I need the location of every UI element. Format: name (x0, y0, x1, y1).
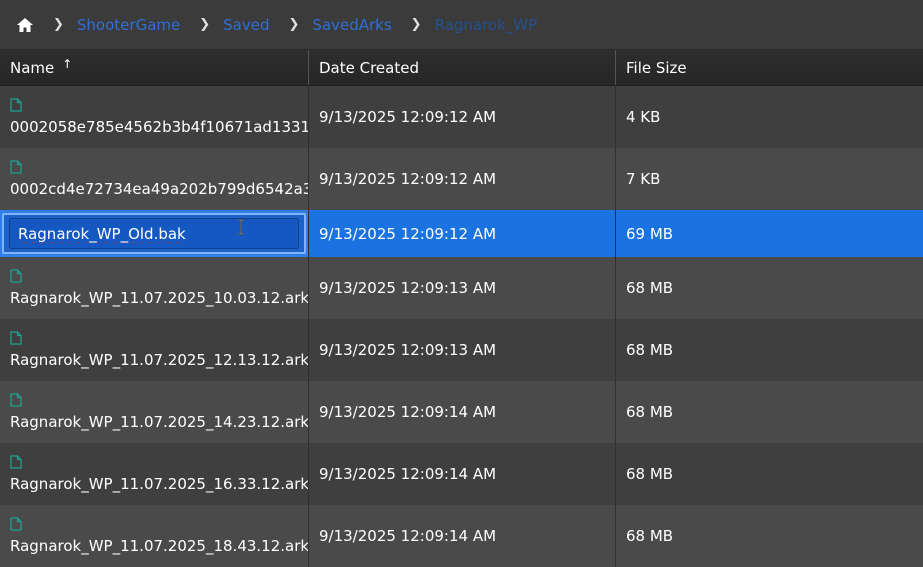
table-row[interactable]: Ragnarok_WP_11.07.2025_12.13.12.ark 9/13… (0, 319, 923, 381)
file-name: Ragnarok_WP_11.07.2025_12.13.12.ark (10, 351, 309, 369)
size-cell: 4 KB (626, 108, 661, 126)
file-name: 0002058e785e4562b3b4f10671ad1331.ark (10, 118, 309, 136)
date-cell: 9/13/2025 12:09:12 AM (309, 148, 616, 210)
file-name: Ragnarok_WP_11.07.2025_16.33.12.ark (10, 475, 309, 493)
table-row[interactable]: 0002058e785e4562b3b4f10671ad1331.ark 9/1… (0, 86, 923, 148)
chevron-right-icon: ❯ (199, 17, 211, 32)
column-header-name-label: Name (10, 58, 55, 77)
name-cell: 0002058e785e4562b3b4f10671ad1331.ark (0, 86, 309, 148)
size-cell: 68 MB (626, 341, 674, 359)
chevron-right-icon: ❯ (410, 17, 422, 32)
table-row[interactable]: Ragnarok_WP_11.07.2025_16.33.12.ark 9/13… (0, 443, 923, 505)
size-cell: 68 MB (626, 403, 674, 421)
file-icon (10, 455, 22, 469)
file-icon (10, 160, 22, 174)
table-row-selected[interactable]: 9/13/2025 12:09:12 AM 69 MB (0, 210, 923, 257)
file-icon (10, 331, 22, 345)
rename-input[interactable] (9, 218, 299, 249)
sort-ascending-icon: ↑ (62, 56, 73, 71)
table-row[interactable]: 0002cd4e72734ea49a202b799d6542a3.ark 9/1… (0, 148, 923, 210)
home-icon[interactable] (16, 16, 34, 34)
file-list: 0002058e785e4562b3b4f10671ad1331.ark 9/1… (0, 86, 923, 567)
date-cell: 9/13/2025 12:09:14 AM (309, 443, 616, 505)
name-cell: Ragnarok_WP_11.07.2025_14.23.12.ark (0, 381, 309, 443)
file-name: Ragnarok_WP_11.07.2025_14.23.12.ark (10, 413, 309, 431)
chevron-right-icon: ❯ (288, 17, 300, 32)
file-name: Ragnarok_WP_11.07.2025_10.03.12.ark (10, 289, 309, 307)
date-cell: 9/13/2025 12:09:12 AM (309, 86, 616, 148)
name-cell: Ragnarok_WP_11.07.2025_18.43.12.ark (0, 505, 309, 567)
date-cell: 9/13/2025 12:09:14 AM (309, 381, 616, 443)
table-row[interactable]: Ragnarok_WP_11.07.2025_14.23.12.ark 9/13… (0, 381, 923, 443)
name-cell: Ragnarok_WP_11.07.2025_10.03.12.ark (0, 257, 309, 319)
date-cell: 9/13/2025 12:09:13 AM (309, 319, 616, 381)
file-icon (10, 269, 22, 283)
date-cell: 9/13/2025 12:09:13 AM (309, 257, 616, 319)
breadcrumb-item-savedarks[interactable]: SavedArks (312, 16, 391, 34)
name-cell: 0002cd4e72734ea49a202b799d6542a3.ark (0, 148, 309, 210)
size-cell: 69 MB (626, 224, 674, 243)
breadcrumb-item-saved[interactable]: Saved (223, 16, 269, 34)
text-cursor-icon (237, 219, 245, 235)
name-cell: Ragnarok_WP_11.07.2025_16.33.12.ark (0, 443, 309, 505)
date-cell: 9/13/2025 12:09:12 AM (309, 210, 616, 257)
rename-frame (2, 213, 306, 254)
breadcrumb: ❯ ShooterGame ❯ Saved ❯ SavedArks ❯ Ragn… (0, 0, 923, 50)
breadcrumb-item-current: Ragnarok_WP (434, 15, 538, 34)
column-header-date-label: Date Created (319, 58, 419, 77)
size-cell: 68 MB (626, 279, 674, 297)
column-header-size-label: File Size (626, 58, 687, 77)
column-header-size[interactable]: File Size (616, 50, 923, 85)
rename-box (0, 210, 308, 257)
name-cell (0, 210, 309, 257)
size-cell: 68 MB (626, 527, 674, 545)
chevron-right-icon: ❯ (53, 17, 64, 32)
size-cell: 68 MB (626, 465, 674, 483)
table-header: Name ↑ Date Created File Size (0, 50, 923, 86)
file-icon (10, 98, 22, 112)
size-cell: 7 KB (626, 170, 661, 188)
name-cell: Ragnarok_WP_11.07.2025_12.13.12.ark (0, 319, 309, 381)
date-cell: 9/13/2025 12:09:14 AM (309, 505, 616, 567)
column-header-date[interactable]: Date Created (309, 50, 616, 85)
table-row[interactable]: Ragnarok_WP_11.07.2025_10.03.12.ark 9/13… (0, 257, 923, 319)
file-icon (10, 393, 22, 407)
column-header-name[interactable]: Name ↑ (0, 50, 309, 85)
file-name: 0002cd4e72734ea49a202b799d6542a3.ark (10, 180, 309, 198)
breadcrumb-item-shootergame[interactable]: ShooterGame (77, 16, 180, 34)
file-icon (10, 517, 22, 531)
table-row[interactable]: Ragnarok_WP_11.07.2025_18.43.12.ark 9/13… (0, 505, 923, 567)
file-name: Ragnarok_WP_11.07.2025_18.43.12.ark (10, 537, 309, 555)
